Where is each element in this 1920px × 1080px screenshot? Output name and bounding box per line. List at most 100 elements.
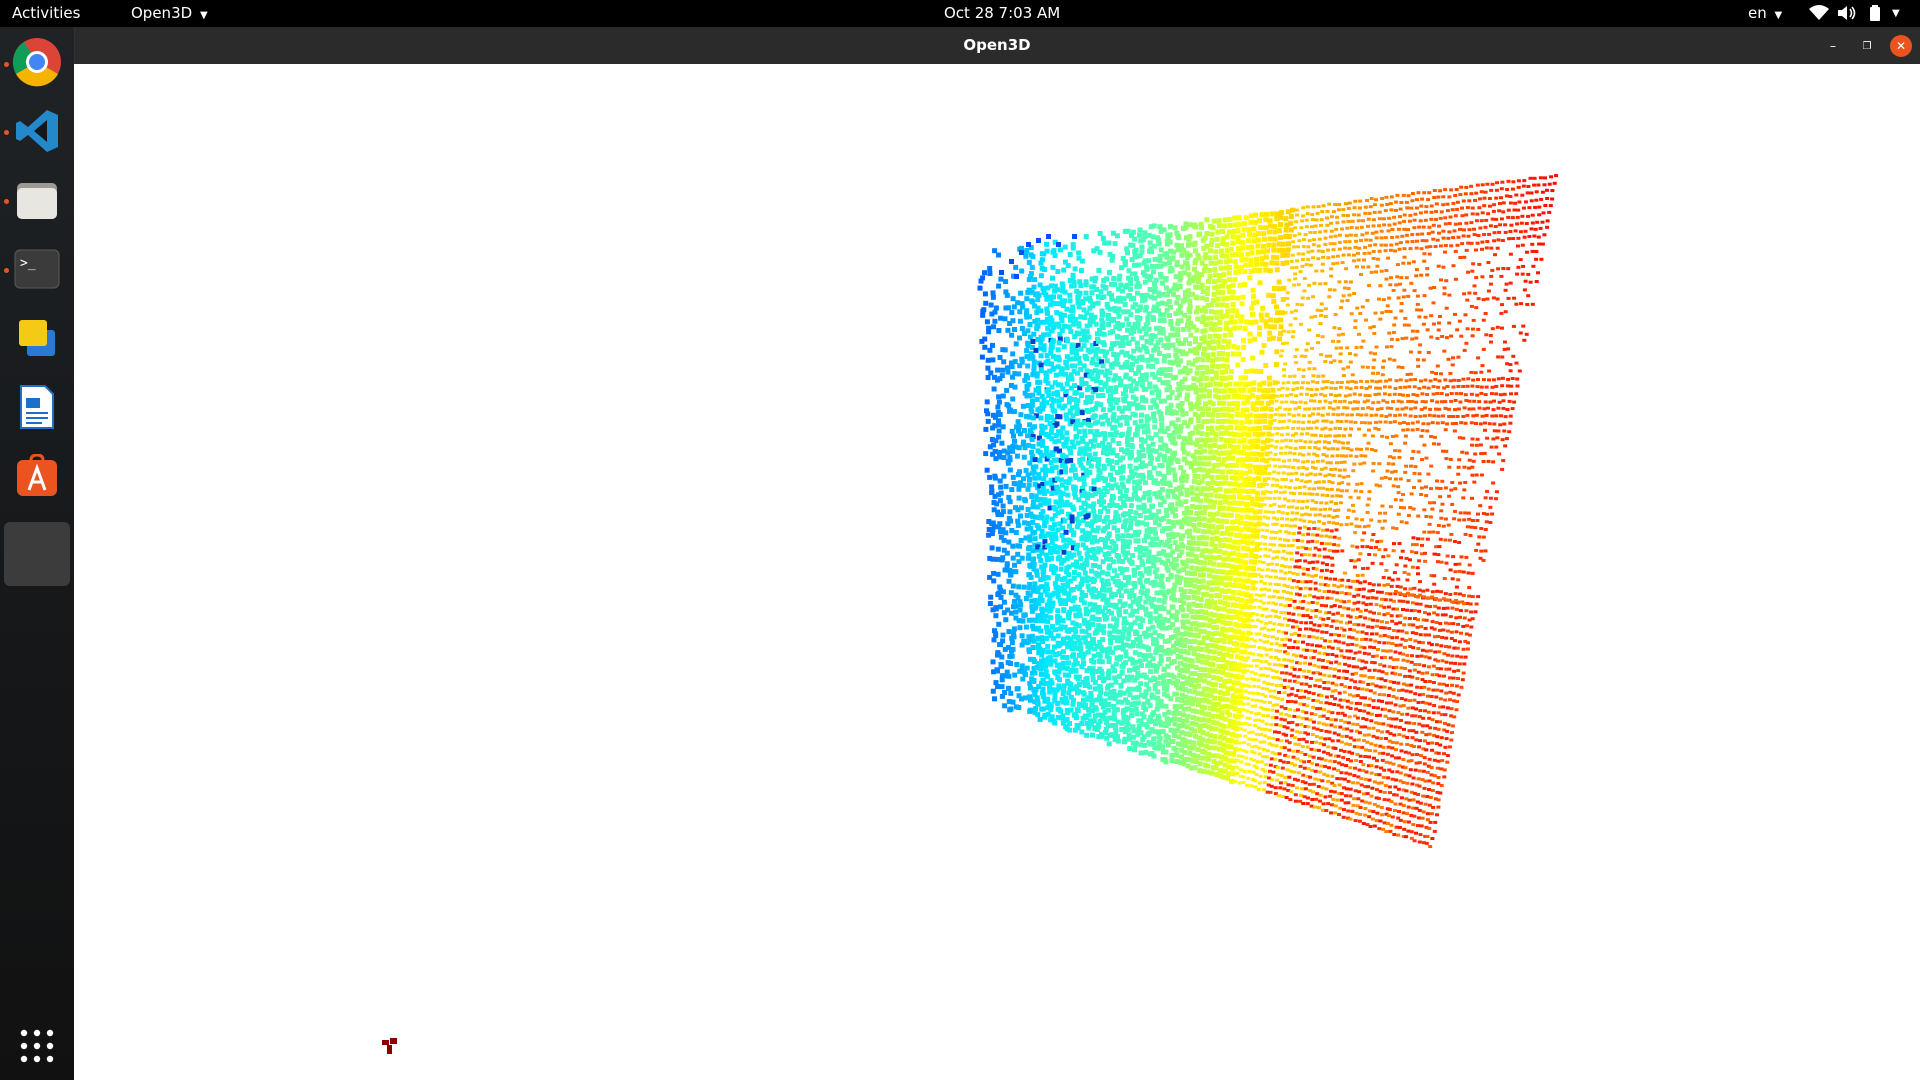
cloud-point bbox=[1104, 489, 1110, 495]
cloud-point bbox=[1071, 645, 1077, 651]
cloud-point bbox=[1260, 394, 1266, 400]
cloud-point bbox=[1174, 609, 1180, 615]
dock-item-terminal[interactable]: >_ bbox=[11, 243, 63, 295]
cloud-point bbox=[1263, 547, 1268, 551]
cloud-point bbox=[1173, 374, 1178, 380]
cloud-point bbox=[1154, 647, 1159, 653]
close-button[interactable]: ✕ bbox=[1890, 35, 1912, 57]
dock-item-software[interactable] bbox=[11, 450, 63, 502]
cloud-point bbox=[1159, 463, 1165, 469]
cloud-point bbox=[1057, 414, 1063, 420]
cloud-point bbox=[1008, 572, 1014, 577]
cloud-point bbox=[1155, 689, 1161, 695]
cloud-point bbox=[1218, 265, 1224, 271]
cloud-point bbox=[1195, 652, 1201, 658]
cloud-point bbox=[1257, 425, 1262, 431]
cloud-point bbox=[1006, 685, 1011, 691]
cloud-point bbox=[1234, 603, 1240, 609]
cloud-point bbox=[1023, 672, 1028, 678]
cloud-point bbox=[1185, 650, 1191, 656]
cloud-point bbox=[1063, 529, 1069, 535]
cloud-point bbox=[1038, 353, 1044, 359]
cloud-point bbox=[1018, 505, 1024, 511]
cloud-point bbox=[1066, 690, 1072, 696]
cloud-point bbox=[1263, 406, 1269, 411]
clock[interactable]: Oct 28 7:03 AM bbox=[944, 4, 1060, 22]
cloud-point bbox=[1221, 338, 1227, 344]
cloud-point bbox=[1030, 398, 1035, 404]
dock-item-slides[interactable] bbox=[11, 312, 63, 364]
cloud-point bbox=[1038, 628, 1044, 634]
cloud-point bbox=[1161, 358, 1167, 364]
cloud-point bbox=[1142, 508, 1148, 514]
app-menu[interactable]: Open3D ▼ bbox=[131, 4, 208, 22]
minimize-button[interactable]: – bbox=[1822, 35, 1844, 57]
open3d-viewer-canvas[interactable] bbox=[74, 64, 1920, 1080]
cloud-point bbox=[1150, 364, 1156, 369]
cloud-point bbox=[1245, 534, 1251, 540]
cloud-point bbox=[1001, 537, 1007, 543]
cloud-point bbox=[1020, 618, 1026, 624]
cloud-point bbox=[1198, 437, 1204, 443]
cloud-point bbox=[1154, 359, 1160, 365]
cloud-point bbox=[1268, 419, 1274, 425]
dock-item-open3d[interactable] bbox=[4, 522, 70, 586]
cloud-point bbox=[1017, 309, 1023, 315]
cloud-point bbox=[998, 490, 1004, 496]
cloud-point bbox=[1012, 327, 1017, 332]
cloud-point bbox=[1066, 356, 1072, 362]
cloud-point bbox=[1206, 567, 1212, 573]
system-tray[interactable]: ▼ bbox=[1808, 2, 1900, 24]
window-titlebar[interactable]: Open3D – ❐ ✕ bbox=[74, 27, 1920, 64]
show-applications-button[interactable] bbox=[11, 1020, 63, 1072]
cloud-point bbox=[1232, 215, 1238, 221]
cloud-point bbox=[1241, 495, 1247, 501]
dock-item-vscode[interactable] bbox=[11, 105, 63, 157]
cloud-point bbox=[1236, 667, 1242, 673]
cloud-point bbox=[1035, 297, 1041, 303]
dock-item-writer[interactable] bbox=[11, 381, 63, 433]
cloud-point bbox=[1288, 220, 1294, 226]
cloud-point bbox=[1178, 386, 1184, 392]
cloud-point bbox=[1084, 356, 1090, 361]
cloud-point bbox=[1060, 660, 1066, 666]
cloud-point bbox=[1256, 231, 1261, 237]
cloud-point bbox=[1253, 406, 1259, 412]
cloud-point bbox=[1180, 619, 1186, 625]
cloud-point bbox=[1199, 659, 1205, 665]
cloud-point bbox=[1226, 270, 1232, 276]
cloud-point bbox=[1167, 304, 1173, 310]
cloud-point bbox=[1120, 335, 1126, 341]
cloud-point bbox=[1149, 249, 1155, 255]
cloud-point bbox=[1091, 508, 1097, 514]
cloud-point bbox=[1286, 234, 1292, 239]
cloud-point bbox=[1212, 321, 1218, 327]
cloud-point bbox=[1182, 750, 1188, 755]
activities-button[interactable]: Activities bbox=[12, 4, 80, 22]
cloud-point bbox=[1216, 333, 1222, 339]
cloud-point bbox=[1165, 567, 1171, 573]
cloud-point bbox=[1177, 428, 1183, 434]
cloud-point bbox=[1259, 580, 1264, 583]
cloud-point bbox=[1051, 398, 1056, 404]
cloud-point bbox=[1120, 559, 1126, 564]
cloud-point bbox=[1240, 240, 1246, 246]
cloud-point bbox=[1139, 244, 1145, 250]
cloud-point bbox=[1268, 490, 1273, 494]
cloud-point bbox=[996, 399, 1002, 405]
restore-button[interactable]: ❐ bbox=[1856, 35, 1878, 57]
cloud-point bbox=[1190, 535, 1196, 541]
cloud-point bbox=[1058, 601, 1064, 606]
cloud-point bbox=[1045, 586, 1050, 592]
cloud-point bbox=[1030, 354, 1036, 360]
dock-item-chrome[interactable] bbox=[11, 36, 63, 88]
cloud-point bbox=[1235, 234, 1241, 240]
language-indicator[interactable]: en ▼ bbox=[1748, 4, 1782, 22]
cloud-point bbox=[1094, 378, 1099, 384]
cloud-point bbox=[1049, 555, 1055, 561]
cloud-point bbox=[1048, 615, 1054, 621]
dock-item-files[interactable] bbox=[11, 174, 63, 226]
cloud-point bbox=[1014, 686, 1020, 692]
cloud-point bbox=[1244, 585, 1250, 591]
cloud-point bbox=[1245, 451, 1251, 457]
